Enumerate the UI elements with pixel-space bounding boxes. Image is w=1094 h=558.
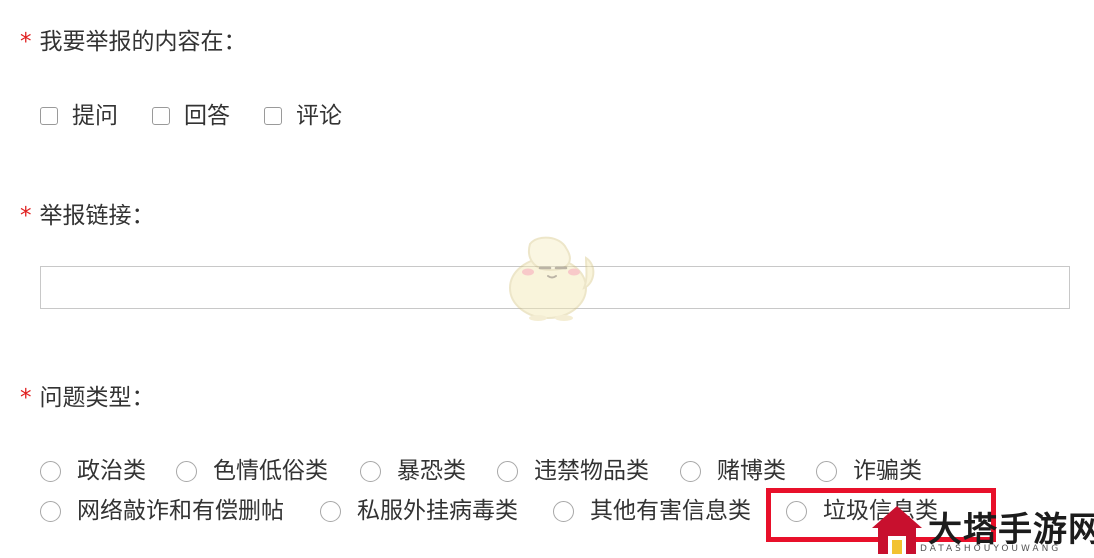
radio-gambling[interactable]: 赌博类 (680, 457, 786, 485)
radio-label: 诈骗类 (853, 458, 922, 484)
checkbox-comment[interactable]: 评论 (264, 102, 342, 130)
required-mark: * (20, 29, 32, 55)
radio-circle[interactable] (320, 500, 341, 522)
report-link-label: * 举报链接： (20, 202, 155, 230)
radio-pornography[interactable]: 色情低俗类 (176, 457, 328, 485)
radio-online-extortion[interactable]: 网络敲诈和有偿删帖 (40, 497, 284, 525)
radio-circle[interactable] (497, 460, 518, 482)
radio-circle[interactable] (360, 460, 381, 482)
checkbox-box[interactable] (40, 107, 58, 125)
radio-prohibited-items[interactable]: 违禁物品类 (497, 457, 649, 485)
radio-circle[interactable] (40, 460, 61, 482)
required-mark: * (20, 385, 32, 411)
radio-circle[interactable] (176, 460, 197, 482)
report-content-label-text: 我要举报的内容在： (39, 29, 247, 55)
radio-label: 私服外挂病毒类 (357, 498, 518, 524)
issue-type-label-text: 问题类型： (39, 385, 155, 411)
site-watermark: 大塔手游网 DATASHOUYOUWANG (868, 500, 1094, 558)
checkbox-label: 回答 (184, 103, 230, 129)
radio-other-harmful[interactable]: 其他有害信息类 (553, 497, 751, 525)
radio-label: 赌博类 (717, 458, 786, 484)
required-mark: * (20, 203, 32, 229)
mascot-watermark-icon (509, 236, 595, 321)
radio-label: 网络敲诈和有偿删帖 (77, 498, 284, 524)
radio-politics[interactable]: 政治类 (40, 457, 146, 485)
checkbox-label: 提问 (72, 103, 118, 129)
checkbox-box[interactable] (152, 107, 170, 125)
checkbox-label: 评论 (296, 103, 342, 129)
report-link-label-text: 举报链接： (39, 203, 155, 229)
checkbox-answer[interactable]: 回答 (152, 102, 230, 130)
radio-terror[interactable]: 暴恐类 (360, 457, 466, 485)
radio-label: 其他有害信息类 (590, 498, 751, 524)
radio-label: 政治类 (77, 458, 146, 484)
checkbox-box[interactable] (264, 107, 282, 125)
radio-circle[interactable] (816, 460, 837, 482)
radio-private-server-malware[interactable]: 私服外挂病毒类 (320, 497, 518, 525)
radio-label: 色情低俗类 (213, 458, 328, 484)
radio-circle[interactable] (680, 460, 701, 482)
issue-type-label: * 问题类型： (20, 384, 155, 412)
radio-circle[interactable] (553, 500, 574, 522)
radio-circle[interactable] (40, 500, 61, 522)
watermark-subtitle: DATASHOUYOUWANG (920, 544, 1062, 554)
site-logo-icon (872, 506, 922, 554)
checkbox-question[interactable]: 提问 (40, 102, 118, 130)
radio-label: 暴恐类 (397, 458, 466, 484)
radio-fraud[interactable]: 诈骗类 (816, 457, 922, 485)
report-content-label: * 我要举报的内容在： (20, 28, 247, 56)
radio-label: 违禁物品类 (534, 458, 649, 484)
